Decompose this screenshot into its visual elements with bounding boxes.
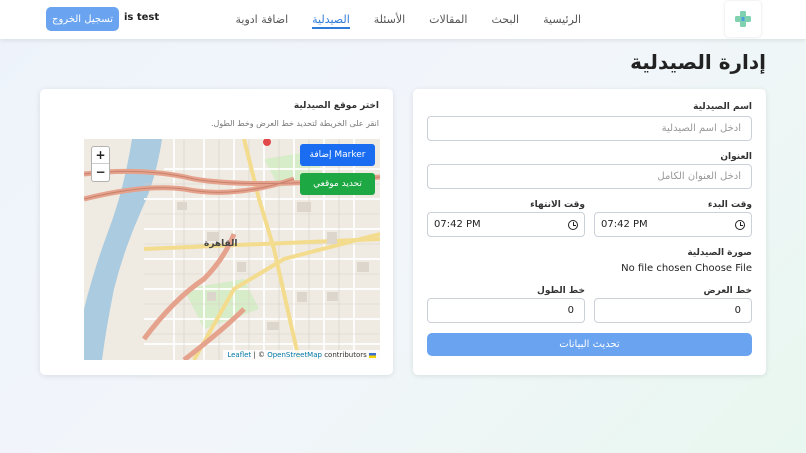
nav-link-questions[interactable]: الأسئلة [374, 0, 405, 39]
map-hint: انقر على الخريطة لتحديد خط العرض وخط الط… [210, 119, 379, 128]
leaflet-map[interactable]: القاهرة + − إضافة Marker تحديد موقعي Lea… [84, 139, 380, 360]
osm-link[interactable]: OpenStreetMap [267, 351, 322, 359]
page-title: إدارة الصيدلية [630, 50, 766, 74]
map-attribution: Leaflet | © OpenStreetMap contributors [223, 350, 380, 360]
name-label: اسم الصيدلية [693, 102, 752, 112]
top-navbar: الرئيسية البحث المقالات الأسئلة الصيدلية… [0, 0, 806, 39]
zoom-control: + − [91, 146, 110, 182]
leaflet-link[interactable]: Leaflet [227, 351, 251, 359]
start-time-input[interactable]: 07:42 PM [594, 212, 752, 237]
latitude-input[interactable] [594, 298, 752, 323]
latitude-label: خط العرض [703, 286, 752, 296]
pharmacy-cross-icon[interactable] [725, 1, 761, 37]
logout-button[interactable]: تسجيل الخروج [46, 7, 119, 31]
longitude-input[interactable] [427, 298, 585, 323]
nav-link-add-medicine[interactable]: اضافة ادوية [236, 0, 289, 39]
zoom-out-button[interactable]: − [92, 164, 109, 181]
address-label: العنوان [720, 152, 752, 162]
map-title: اختر موقع الصيدلية [293, 101, 379, 111]
start-time-value: 07:42 PM [601, 219, 648, 230]
nav-link-search[interactable]: البحث [491, 0, 519, 39]
user-name: is test [124, 12, 160, 23]
nav-link-articles[interactable]: المقالات [429, 0, 467, 39]
map-place-label: القاهرة [204, 239, 238, 249]
address-input[interactable] [427, 164, 752, 189]
nav-link-pharmacy[interactable]: الصيدلية [312, 0, 350, 39]
start-time-label: وقت البدء [707, 200, 752, 210]
end-time-label: وقت الانتهاء [530, 200, 585, 210]
locate-me-button[interactable]: تحديد موقعي [300, 173, 375, 195]
longitude-label: خط الطول [537, 286, 585, 296]
end-time-value: 07:42 PM [434, 219, 481, 230]
pharmacy-form-card: اسم الصيدلية العنوان وقت البدء 07:42 PM … [413, 89, 766, 375]
image-label: صورة الصيدلية [687, 248, 752, 258]
nav-links: الرئيسية البحث المقالات الأسئلة الصيدلية… [236, 0, 581, 39]
add-marker-button[interactable]: إضافة Marker [300, 144, 375, 166]
file-input[interactable]: No file chosen Choose File [621, 263, 752, 274]
ukraine-flag-icon [369, 352, 376, 358]
clock-icon[interactable] [568, 219, 578, 230]
update-data-button[interactable]: تحديث البيانات [427, 333, 752, 356]
zoom-in-button[interactable]: + [92, 147, 109, 164]
nav-link-home[interactable]: الرئيسية [543, 0, 581, 39]
pharmacy-name-input[interactable] [427, 116, 752, 141]
map-card: اختر موقع الصيدلية انقر على الخريطة لتحد… [40, 89, 393, 375]
end-time-input[interactable]: 07:42 PM [427, 212, 585, 237]
clock-icon[interactable] [735, 219, 745, 230]
